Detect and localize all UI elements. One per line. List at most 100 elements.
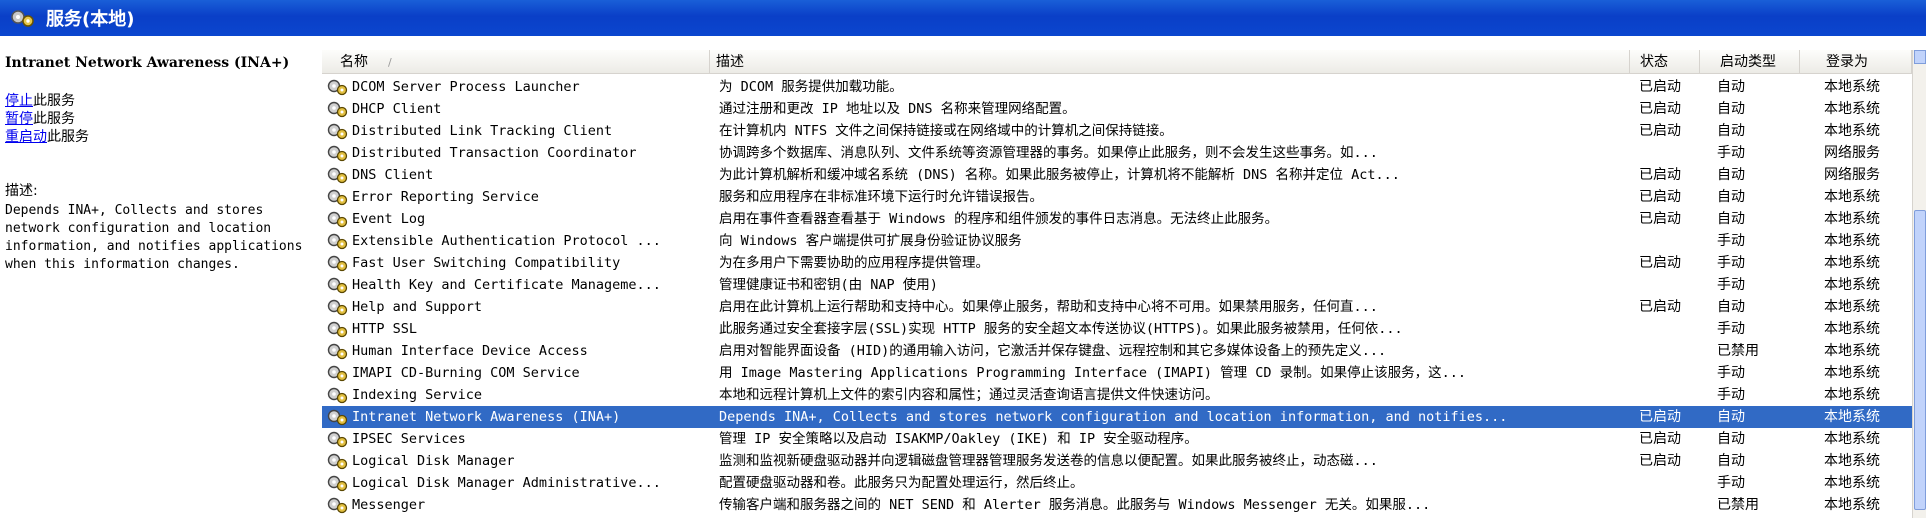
vertical-scrollbar[interactable]	[1912, 50, 1926, 518]
scroll-thumb[interactable]	[1914, 210, 1926, 510]
service-startup-type: 自动	[1717, 79, 1745, 95]
service-status: 已启动	[1639, 79, 1681, 95]
service-row[interactable]: Messenger 传输客户端和服务器之间的 NET SEND 和 Alerter…	[322, 494, 1912, 516]
service-row[interactable]: Distributed Link Tracking Client 在计算机内 NT…	[322, 120, 1912, 142]
service-logon-as: 本地系统	[1824, 431, 1880, 447]
service-status: 已启动	[1639, 409, 1681, 425]
service-startup-type: 自动	[1717, 453, 1745, 469]
restart-service-link[interactable]: 重启动	[5, 129, 47, 145]
service-actions: 停止此服务 暂停此服务 重启动此服务	[5, 92, 322, 146]
service-gear-icon	[326, 495, 350, 515]
column-header-name[interactable]: 名称 /	[322, 50, 710, 74]
service-gear-icon	[326, 99, 350, 119]
service-logon-as: 本地系统	[1824, 475, 1880, 491]
service-status	[1639, 230, 1699, 252]
service-row[interactable]: HTTP SSL 此服务通过安全套接字层(SSL)实现 HTTP 服务的安全超文本…	[322, 318, 1912, 340]
service-row[interactable]: DHCP Client 通过注册和更改 IP 地址以及 DNS 名称来管理网络配置…	[322, 98, 1912, 120]
service-detail-pane: Intranet Network Awareness (INA+) 停止此服务 …	[0, 36, 322, 518]
service-startup-type: 已禁用	[1717, 497, 1759, 513]
service-status: 已启动	[1639, 101, 1681, 117]
service-logon-as: 本地系统	[1824, 79, 1880, 95]
service-startup-type: 手动	[1717, 145, 1745, 161]
service-startup-type: 自动	[1717, 409, 1745, 425]
service-status	[1639, 318, 1699, 340]
service-status: 已启动	[1639, 453, 1681, 469]
pause-service-link[interactable]: 暂停	[5, 111, 33, 127]
service-logon-as: 本地系统	[1824, 189, 1880, 205]
service-logon-as: 本地系统	[1824, 321, 1880, 337]
service-gear-icon	[326, 429, 350, 449]
service-row[interactable]: DNS Client 为此计算机解析和缓冲域名系统 (DNS) 名称。如果此服务被…	[322, 164, 1912, 186]
service-logon-as: 本地系统	[1824, 409, 1880, 425]
service-row[interactable]: Extensible Authentication Protocol ... 向 …	[322, 230, 1912, 252]
stop-service-suffix: 此服务	[33, 93, 75, 109]
column-header: 名称 / 描述 状态 启动类型 登录为	[322, 50, 1912, 74]
service-gear-icon	[326, 187, 350, 207]
service-logon-as: 本地系统	[1824, 211, 1880, 227]
service-row[interactable]: Health Key and Certificate Manageme... 管理…	[322, 274, 1912, 296]
services-list: 名称 / 描述 状态 启动类型 登录为 DCOM Server Process L…	[322, 50, 1926, 518]
column-startup-label: 启动类型	[1720, 54, 1776, 70]
service-gear-icon	[326, 77, 350, 97]
service-status	[1639, 142, 1699, 164]
column-header-description[interactable]: 描述	[710, 50, 1630, 74]
description-label: 描述:	[5, 183, 38, 199]
service-startup-type: 已禁用	[1717, 343, 1759, 359]
service-logon-as: 网络服务	[1824, 167, 1880, 183]
service-startup-type: 自动	[1717, 431, 1745, 447]
restart-service-suffix: 此服务	[47, 129, 89, 145]
service-logon-as: 本地系统	[1824, 497, 1880, 513]
column-header-startup-type[interactable]: 启动类型	[1700, 50, 1800, 74]
service-gear-icon	[326, 451, 350, 471]
service-row[interactable]: Logical Disk Manager 监测和监视新硬盘驱动器并向逻辑磁盘管理器…	[322, 450, 1912, 472]
stop-service-action: 停止此服务	[5, 92, 322, 110]
service-status	[1639, 494, 1699, 516]
sort-ascending-icon: /	[388, 56, 392, 69]
service-gear-icon	[326, 363, 350, 383]
service-gear-icon	[326, 231, 350, 251]
service-logon-as: 本地系统	[1824, 299, 1880, 315]
service-row[interactable]: IPSEC Services 管理 IP 安全策略以及启动 ISAKMP/Oakl…	[322, 428, 1912, 450]
service-row[interactable]: Fast User Switching Compatibility 为在多用户下需…	[322, 252, 1912, 274]
service-logon-as: 本地系统	[1824, 277, 1880, 293]
service-startup-type: 自动	[1717, 123, 1745, 139]
selected-service-name: Intranet Network Awareness (INA+)	[5, 55, 290, 71]
service-startup-type: 手动	[1717, 233, 1745, 249]
service-startup-type: 手动	[1717, 255, 1745, 271]
service-row[interactable]: Intranet Network Awareness (INA+) Depends…	[322, 406, 1912, 428]
service-row[interactable]: DCOM Server Process Launcher 为 DCOM 服务提供加…	[322, 76, 1912, 98]
column-header-logon-as[interactable]: 登录为	[1800, 50, 1912, 74]
service-gear-icon	[326, 473, 350, 493]
service-row[interactable]: IMAPI CD-Burning COM Service 用 Image Mast…	[322, 362, 1912, 384]
title-bar: 服务(本地)	[0, 0, 1926, 36]
service-gear-icon	[326, 165, 350, 185]
service-logon-as: 本地系统	[1824, 343, 1880, 359]
service-startup-type: 自动	[1717, 211, 1745, 227]
stop-service-link[interactable]: 停止	[5, 93, 33, 109]
service-logon-as: 本地系统	[1824, 123, 1880, 139]
service-logon-as: 本地系统	[1824, 365, 1880, 381]
scroll-up-button[interactable]	[1914, 50, 1926, 64]
service-row[interactable]: Distributed Transaction Coordinator 协调跨多个…	[322, 142, 1912, 164]
service-row[interactable]: Event Log 启用在事件查看器查看基于 Windows 的程序和组件颁发的事…	[322, 208, 1912, 230]
service-row[interactable]: Help and Support 启用在此计算机上运行帮助和支持中心。如果停止服务…	[322, 296, 1912, 318]
service-logon-as: 本地系统	[1824, 387, 1880, 403]
service-status	[1639, 362, 1699, 384]
service-gear-icon	[326, 407, 350, 427]
service-row[interactable]: Logical Disk Manager Administrative... 配置…	[322, 472, 1912, 494]
service-logon-as: 本地系统	[1824, 233, 1880, 249]
column-status-label: 状态	[1640, 54, 1668, 70]
service-startup-type: 手动	[1717, 277, 1745, 293]
service-status	[1639, 340, 1699, 362]
column-header-status[interactable]: 状态	[1630, 50, 1700, 74]
service-row[interactable]: Indexing Service 本地和远程计算机上文件的索引内容和属性；通过灵活…	[322, 384, 1912, 406]
service-row[interactable]: Error Reporting Service 服务和应用程序在非标准环境下运行时…	[322, 186, 1912, 208]
services-gear-icon	[11, 10, 34, 27]
service-startup-type: 手动	[1717, 365, 1745, 381]
service-row[interactable]: Human Interface Device Access 启用对智能界面设备 (…	[322, 340, 1912, 362]
service-startup-type: 手动	[1717, 321, 1745, 337]
service-startup-type: 自动	[1717, 167, 1745, 183]
restart-service-action: 重启动此服务	[5, 128, 322, 146]
service-status: 已启动	[1639, 123, 1681, 139]
service-logon-as: 网络服务	[1824, 145, 1880, 161]
